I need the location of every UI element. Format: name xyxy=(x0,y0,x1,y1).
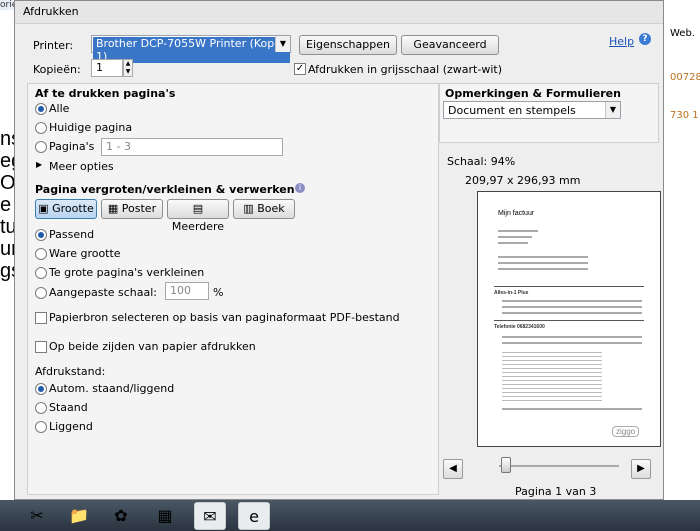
tab-multiple[interactable]: ▤ Meerdere xyxy=(167,199,229,233)
file-explorer-icon[interactable]: 📁 xyxy=(64,502,94,528)
scaling-heading: Pagina vergroten/verkleinen & verwerken xyxy=(35,183,295,196)
outlook-icon[interactable]: ✉ xyxy=(194,502,226,530)
grayscale-label: Afdrukken in grijsschaal (zwart-wit) xyxy=(308,63,502,76)
copies-stepper[interactable]: ▲ ▼ xyxy=(123,59,133,77)
preview-section-1: Alles-in-1 Plus xyxy=(494,290,529,296)
chevron-down-icon: ▼ xyxy=(605,102,620,118)
chevron-down-icon: ▼ xyxy=(275,36,290,52)
preview-line xyxy=(502,342,642,344)
window-title: Afdrukken xyxy=(23,5,79,18)
comments-select[interactable]: Document en stempels ▼ xyxy=(443,101,621,119)
radio-current-label: Huidige pagina xyxy=(49,121,133,134)
preview-line xyxy=(502,408,642,410)
radio-actual-size-label: Ware grootte xyxy=(49,247,121,260)
tab-poster[interactable]: ▦ Poster xyxy=(101,199,163,219)
radio-custom-scale-label: Aangepaste schaal: xyxy=(49,286,158,299)
copies-label: Kopieën: xyxy=(33,63,81,76)
preview-line xyxy=(498,230,538,232)
radio-fit-label: Passend xyxy=(49,228,95,241)
radio-auto-orientation[interactable] xyxy=(35,383,47,395)
print-dialog: Afdrukken Printer: Brother DCP-7055W Pri… xyxy=(14,0,664,500)
chevron-left-icon: ◀ xyxy=(449,463,457,474)
preview-line xyxy=(498,262,588,264)
print-preview-page: Mijn factuur Alles-in-1 Plus Telefonie 0… xyxy=(477,191,661,447)
radio-range-label: Pagina's xyxy=(49,140,95,153)
printer-select[interactable]: Brother DCP-7055W Printer (Kopie 1) ▼ xyxy=(91,35,291,63)
preview-doc-title: Mijn factuur xyxy=(498,210,535,217)
radio-portrait-label: Staand xyxy=(49,401,88,414)
preview-line xyxy=(502,336,642,338)
poster-icon: ▦ xyxy=(107,202,122,215)
ziggo-logo: ziggo xyxy=(612,426,640,437)
page-indicator: Pagina 1 van 3 xyxy=(515,485,597,498)
preview-line xyxy=(498,268,588,270)
info-icon[interactable]: i xyxy=(295,183,305,193)
page-range-input[interactable]: 1 - 3 xyxy=(101,138,283,156)
internet-explorer-icon[interactable]: e xyxy=(238,502,270,530)
radio-landscape-label: Liggend xyxy=(49,420,93,433)
next-page-button[interactable]: ▶ xyxy=(631,459,651,479)
radio-range[interactable] xyxy=(35,141,47,153)
radio-all[interactable] xyxy=(35,103,47,115)
radio-shrink[interactable] xyxy=(35,267,47,279)
radio-shrink-label: Te grote pagina's verkleinen xyxy=(49,266,205,279)
preview-line xyxy=(498,236,532,238)
preview-table xyxy=(502,352,602,402)
radio-fit[interactable] xyxy=(35,229,47,241)
orientation-heading: Afdrukstand: xyxy=(35,365,106,378)
radio-portrait[interactable] xyxy=(35,402,47,414)
advanced-button[interactable]: Geavanceerd xyxy=(401,35,499,55)
preview-line xyxy=(502,300,642,302)
preview-line xyxy=(498,256,588,258)
page-slider-track xyxy=(499,465,619,467)
tab-booklet[interactable]: ▥ Boek xyxy=(233,199,295,219)
properties-button[interactable]: Eigenschappen xyxy=(299,35,397,55)
snipping-tool-icon[interactable]: ✂ xyxy=(22,502,52,528)
paper-size-label: 209,97 x 296,93 mm xyxy=(465,174,581,187)
background-right: ✕ Web. 00728 730 1 xyxy=(628,0,700,531)
preview-line xyxy=(498,242,528,244)
taskbar xyxy=(0,500,700,531)
comments-heading: Opmerkingen & Formulieren xyxy=(445,87,621,100)
preview-section-2: Telefonie 0682341600 xyxy=(494,324,545,330)
scale-label: Schaal: 94% xyxy=(447,155,516,168)
radio-auto-orientation-label: Autom. staand/liggend xyxy=(49,382,175,395)
chevron-right-icon: ▶ xyxy=(637,463,645,474)
paper-source-label: Papierbron selecteren op basis van pagin… xyxy=(49,311,400,324)
preview-line xyxy=(502,312,642,314)
grayscale-checkbox[interactable]: ✓ xyxy=(294,63,306,75)
multiple-icon: ▤ xyxy=(192,202,204,215)
help-icon[interactable]: ? xyxy=(639,33,651,45)
radio-custom-scale[interactable] xyxy=(35,287,47,299)
paper-source-checkbox[interactable] xyxy=(35,312,47,324)
radio-current[interactable] xyxy=(35,122,47,134)
duplex-label: Op beide zijden van papier afdrukken xyxy=(49,340,256,353)
help-link[interactable]: Help xyxy=(609,35,634,48)
pages-heading: Af te drukken pagina's xyxy=(35,87,176,100)
page-slider-thumb[interactable] xyxy=(501,457,511,473)
tab-size[interactable]: ▣ Grootte xyxy=(35,199,97,219)
preview-rule xyxy=(494,286,644,287)
percent-label: % xyxy=(213,286,224,299)
preview-line xyxy=(502,306,642,308)
more-options-link[interactable]: Meer opties xyxy=(49,160,114,173)
titlebar: Afdrukken xyxy=(15,1,663,24)
printer-label: Printer: xyxy=(33,39,74,52)
booklet-icon: ▥ xyxy=(243,202,258,215)
preview-rule xyxy=(494,320,644,321)
radio-all-label: Alle xyxy=(49,102,70,115)
duplex-checkbox[interactable] xyxy=(35,341,47,353)
radio-landscape[interactable] xyxy=(35,421,47,433)
app-icon[interactable]: ▦ xyxy=(150,502,180,528)
radio-actual-size[interactable] xyxy=(35,248,47,260)
copies-input[interactable]: 1 xyxy=(91,59,123,77)
expand-triangle-icon[interactable]: ▶ xyxy=(36,160,42,169)
previous-page-button[interactable]: ◀ xyxy=(443,459,463,479)
custom-scale-input[interactable]: 100 xyxy=(165,282,209,300)
size-icon: ▣ xyxy=(38,202,53,215)
picasa-icon[interactable]: ✿ xyxy=(106,502,136,528)
